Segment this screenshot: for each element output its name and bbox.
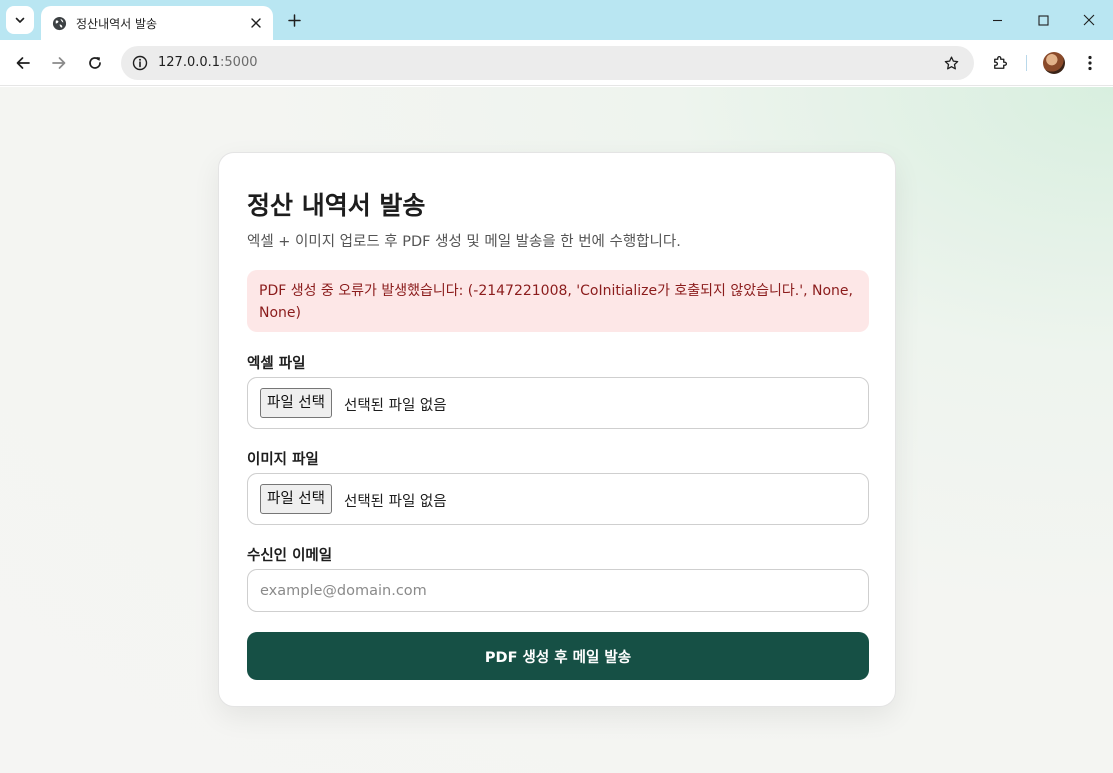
chevron-down-icon xyxy=(15,17,25,23)
error-alert: PDF 생성 중 오류가 발생했습니다: (-2147221008, 'CoIn… xyxy=(247,270,869,332)
recipient-email-label: 수신인 이메일 xyxy=(247,548,333,564)
tab-close-icon[interactable] xyxy=(247,14,265,32)
address-bar[interactable]: 127.0.0.1:5000 xyxy=(121,46,974,80)
arrow-left-icon xyxy=(16,57,30,69)
image-file-label: 이미지 파일 xyxy=(247,452,319,468)
more-vertical-icon xyxy=(1088,55,1092,71)
profile-avatar[interactable] xyxy=(1043,52,1065,74)
tab-search-button[interactable] xyxy=(6,6,34,34)
bookmark-star-icon[interactable] xyxy=(940,52,962,74)
excel-file-label: 엑셀 파일 xyxy=(247,356,306,372)
excel-file-input[interactable]: 파일 선택 선택된 파일 없음 xyxy=(247,377,869,429)
toolbar-separator xyxy=(1026,55,1027,71)
extensions-button[interactable] xyxy=(986,49,1014,77)
generate-and-send-button[interactable]: PDF 생성 후 메일 발송 xyxy=(247,632,869,680)
arrow-right-icon xyxy=(52,57,66,69)
plus-icon xyxy=(287,13,301,27)
browser-tab-active[interactable]: 정산내역서 발송 xyxy=(41,6,273,40)
window-minimize-button[interactable] xyxy=(982,6,1012,34)
browser-menu-button[interactable] xyxy=(1076,49,1104,77)
form-card: 정산 내역서 발송 엑셀 + 이미지 업로드 후 PDF 생성 및 메일 발송을… xyxy=(218,152,896,707)
back-button[interactable] xyxy=(9,49,37,77)
reload-button[interactable] xyxy=(81,49,109,77)
url-text: 127.0.0.1:5000 xyxy=(158,55,258,70)
maximize-icon xyxy=(1037,14,1049,26)
minimize-icon xyxy=(992,19,1002,21)
window-close-button[interactable] xyxy=(1074,6,1104,34)
image-file-input[interactable]: 파일 선택 선택된 파일 없음 xyxy=(247,473,869,525)
puzzle-icon xyxy=(994,56,1007,69)
tab-title: 정산내역서 발송 xyxy=(76,16,158,31)
page-viewport: 정산 내역서 발송 엑셀 + 이미지 업로드 후 PDF 생성 및 메일 발송을… xyxy=(0,87,1113,773)
new-tab-button[interactable] xyxy=(282,8,306,32)
forward-button[interactable] xyxy=(45,49,73,77)
page-title: 정산 내역서 발송 xyxy=(247,191,426,220)
url-host: 127.0.0.1 xyxy=(158,55,221,70)
page-subtitle: 엑셀 + 이미지 업로드 후 PDF 생성 및 메일 발송을 한 번에 수행합니… xyxy=(247,234,681,250)
window-maximize-button[interactable] xyxy=(1028,6,1058,34)
excel-file-choose-button[interactable]: 파일 선택 xyxy=(260,388,332,418)
reload-icon xyxy=(89,57,101,69)
globe-icon xyxy=(51,15,67,31)
image-file-status: 선택된 파일 없음 xyxy=(344,494,447,510)
excel-file-status: 선택된 파일 없음 xyxy=(344,398,447,414)
recipient-email-input[interactable] xyxy=(247,569,869,612)
image-file-choose-button[interactable]: 파일 선택 xyxy=(260,484,332,514)
close-icon xyxy=(1083,14,1095,26)
browser-toolbar: 127.0.0.1:5000 xyxy=(0,40,1113,86)
browser-tab-strip: 정산내역서 발송 xyxy=(0,0,1113,40)
site-info-icon[interactable] xyxy=(128,51,152,75)
url-port: :5000 xyxy=(220,55,258,70)
